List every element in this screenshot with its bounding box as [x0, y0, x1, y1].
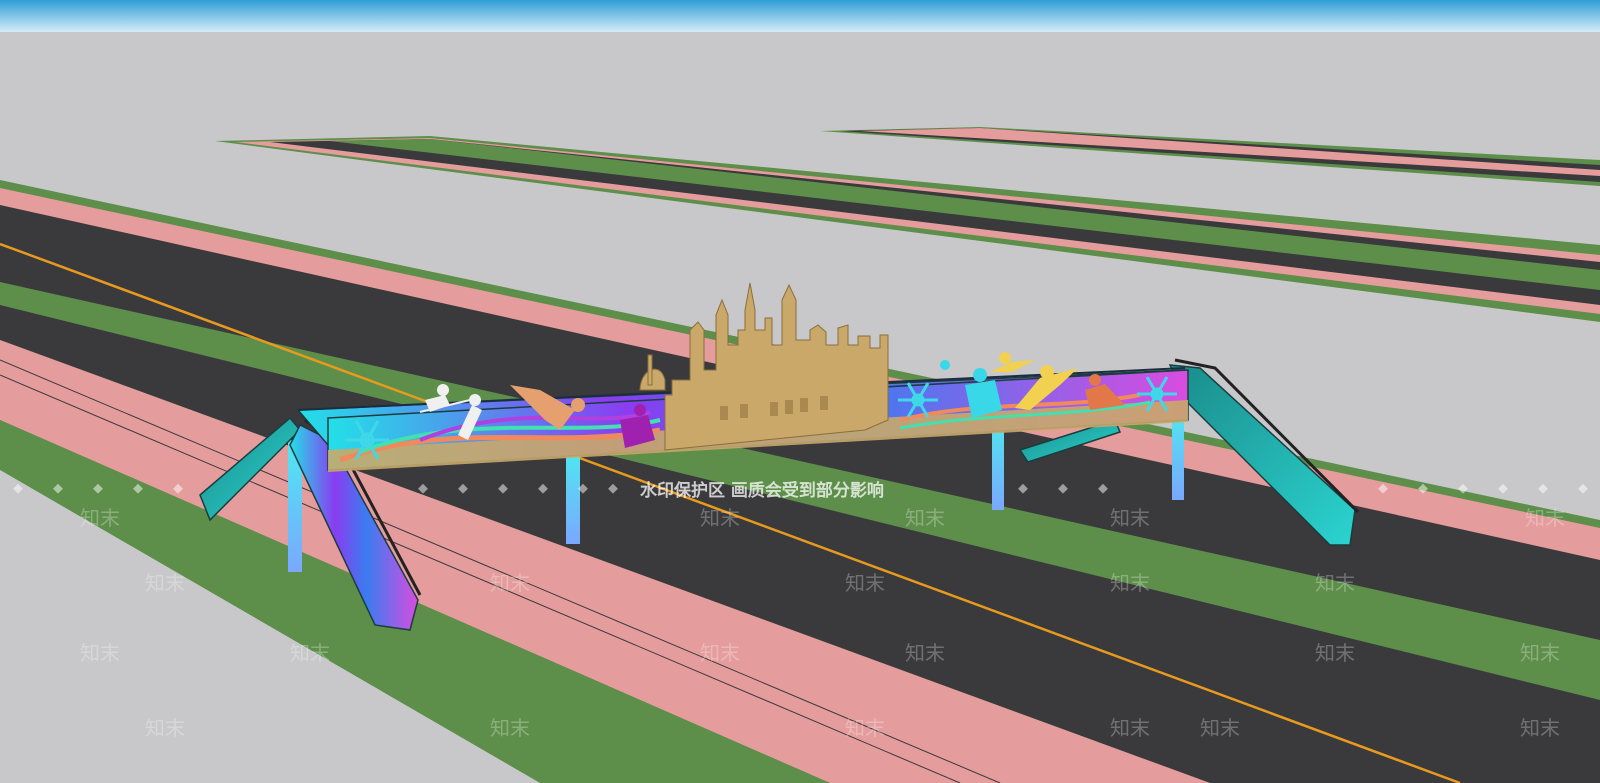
watermark-brand: 知末	[145, 716, 185, 740]
watermark-brand: 知末	[700, 506, 740, 530]
watermark-brand: 知末	[80, 641, 120, 665]
watermark-brand: 知末	[490, 716, 530, 740]
watermark-brand: 知末	[145, 571, 185, 595]
watermark-brand: 知末	[700, 641, 740, 665]
watermark-brand: 知末	[490, 571, 530, 595]
watermark-brand: 知末	[845, 716, 885, 740]
watermark-brand: 知末	[1315, 571, 1355, 595]
watermark-brand: 知末	[1520, 641, 1560, 665]
watermark-brand: 知末	[290, 641, 330, 665]
watermark-brand: 知末	[905, 641, 945, 665]
sketchup-bridge-render: 知末 知末 知末 知末 知末 知末 知末 知末 知末 知末 知末 知末 知末 知…	[0, 0, 1600, 783]
watermark-brand: 知末	[1525, 506, 1565, 530]
watermark-brand: 知末	[80, 506, 120, 530]
watermark-brand: 知末	[845, 571, 885, 595]
watermark-brand: 知末	[905, 506, 945, 530]
sky-band	[0, 0, 1600, 32]
watermark-brand: 知末	[1110, 716, 1150, 740]
watermark-brand: 知末	[1200, 716, 1240, 740]
watermark-brand: 知末	[1520, 716, 1560, 740]
watermark-brand: 知末	[1315, 641, 1355, 665]
watermark-brand: 知末	[1110, 571, 1150, 595]
watermark-banner-text: 水印保护区 画质会受到部分影响	[640, 480, 884, 501]
watermark-brand: 知末	[1110, 506, 1150, 530]
